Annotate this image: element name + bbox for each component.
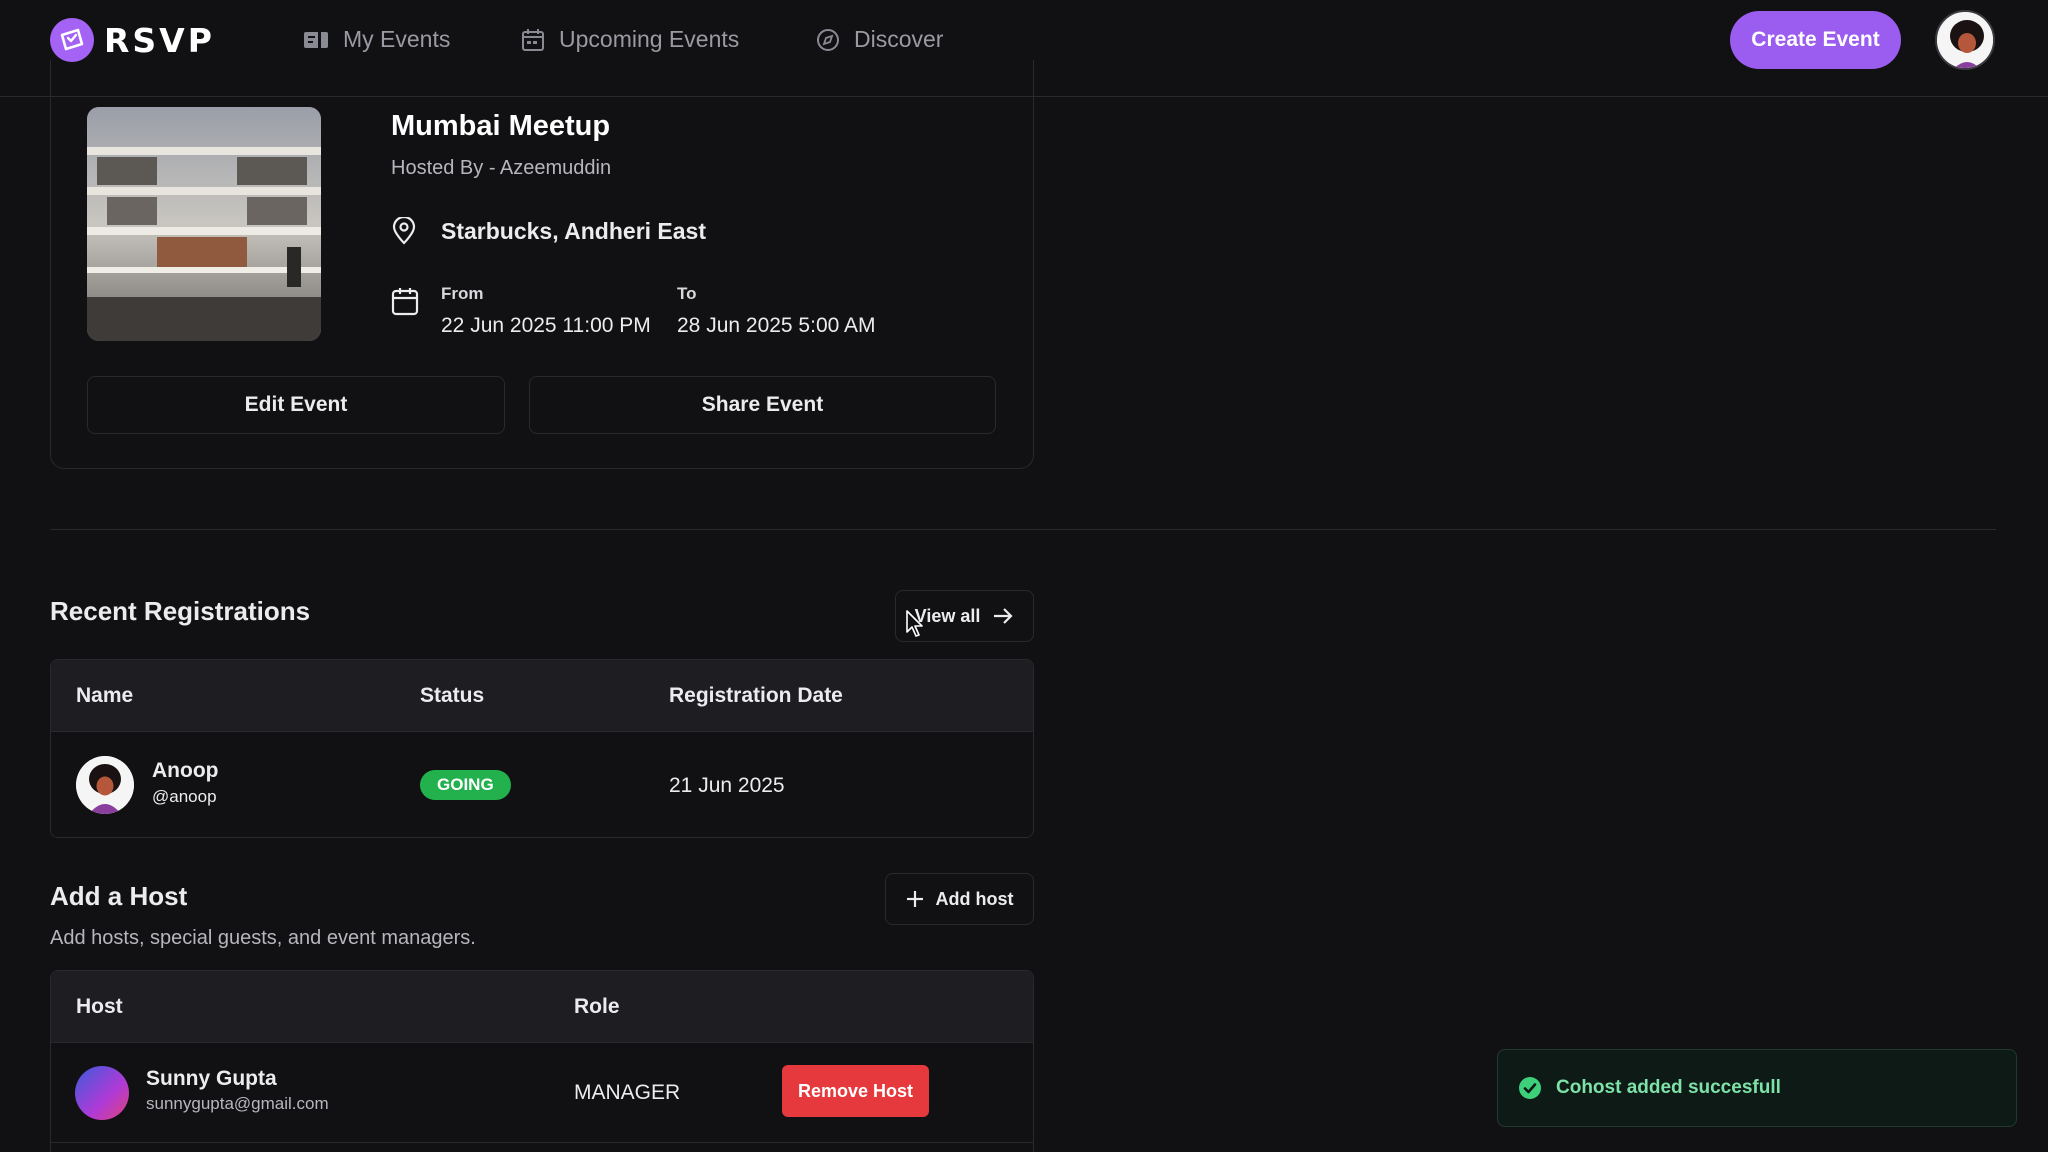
add-host-subtitle: Add hosts, special guests, and event man… [50,927,476,949]
column-header-name: Name [76,684,134,707]
from-date: 22 Jun 2025 11:00 PM [441,314,651,337]
ticket-icon [304,31,328,48]
map-pin-icon [392,217,416,245]
column-header-host: Host [76,995,123,1018]
success-toast[interactable]: Cohost added succesfull [1497,1049,2017,1127]
nav-discover[interactable]: Discover [816,26,943,53]
logo[interactable]: RSVP [50,18,215,62]
event-image [87,107,321,341]
hosts-table-header: Host Role [51,971,1033,1043]
column-header-status: Status [420,684,485,707]
from-label: From [441,284,484,303]
nav-discover-label: Discover [854,26,944,52]
to-date: 28 Jun 2025 5:00 AM [677,314,876,337]
share-event-button[interactable]: Share Event [529,376,996,434]
host-name: Sunny Gupta [146,1067,277,1090]
logo-text: RSVP [104,20,215,60]
table-row[interactable]: Sunny Gupta sunnygupta@gmail.com MANAGER… [51,1043,1033,1143]
user-avatar[interactable] [1935,10,1995,70]
plus-icon [906,891,923,907]
add-host-title: Add a Host [50,881,188,911]
remove-host-button[interactable]: Remove Host [782,1065,929,1117]
nav-my-events-label: My Events [343,26,451,52]
event-title: Mumbai Meetup [391,110,611,142]
host-avatar [75,1066,129,1120]
check-circle-icon [1519,1077,1541,1099]
hosts-table: Host Role Sunny Gupta sunnygupta@gmail.c… [50,970,1034,1152]
event-hosted-by: Hosted By - Azeemuddin [391,157,612,179]
nav-my-events[interactable]: My Events [303,26,450,53]
registration-date: 21 Jun 2025 [669,774,785,797]
avatar [76,756,134,814]
calendar-icon [522,28,544,51]
add-host-button[interactable]: Add host [885,873,1034,925]
calendar-icon [391,286,419,321]
nav-upcoming-events[interactable]: Upcoming Events [521,26,739,53]
section-divider [50,529,1996,530]
add-host-label: Add host [935,888,1014,909]
edit-event-button[interactable]: Edit Event [87,376,505,434]
registrant-handle: @anoop [152,787,217,806]
status-badge: GOING [420,770,511,800]
mouse-cursor-icon [906,610,923,637]
logo-ticket-icon [50,18,94,62]
column-header-role: Role [574,995,620,1018]
column-header-registration-date: Registration Date [669,684,843,707]
table-row[interactable]: Anoop @anoop GOING 21 Jun 2025 [51,732,1033,837]
registrations-table-header: Name Status Registration Date [51,660,1033,732]
event-location: Starbucks, Andheri East [391,217,706,245]
toast-message: Cohost added succesfull [1556,1077,1781,1098]
host-role: MANAGER [574,1081,681,1104]
registrations-title: Recent Registrations [50,596,311,626]
registrations-table: Name Status Registration Date Anoop @ano… [50,659,1034,838]
create-event-button[interactable]: Create Event [1730,11,1901,69]
compass-icon [817,28,839,51]
view-all-label: View all [914,605,981,626]
registrant-name: Anoop [152,759,219,782]
arrow-right-icon [994,608,1013,624]
host-email: sunnygupta@gmail.com [146,1094,329,1113]
to-label: To [677,284,697,303]
event-location-text: Starbucks, Andheri East [441,217,707,244]
nav-upcoming-events-label: Upcoming Events [559,26,740,52]
